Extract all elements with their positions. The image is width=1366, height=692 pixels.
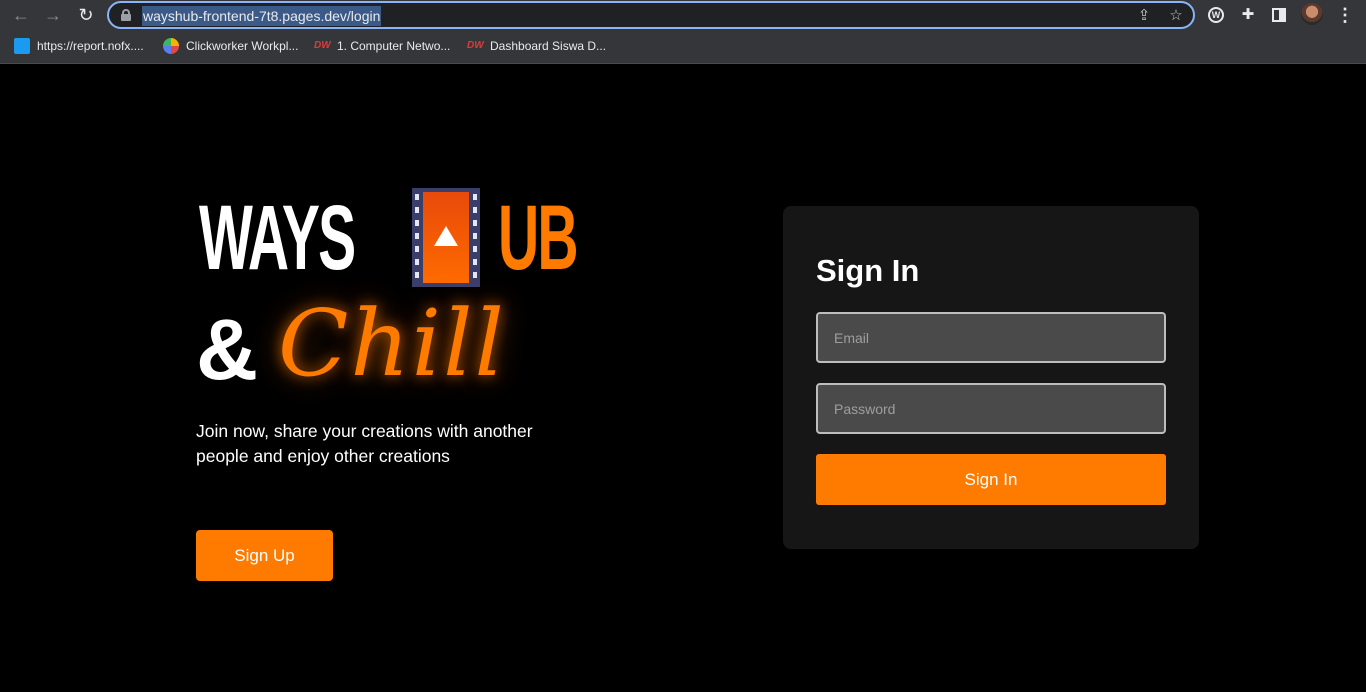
browser-toolbar: ← → ↻ wayshub-frontend-7t8.pages.dev/log… — [0, 0, 1366, 30]
share-icon[interactable]: ⇪ — [1135, 7, 1153, 25]
profile-avatar[interactable] — [1301, 3, 1323, 25]
wayshub-logo: WAYS UB & Chill — [196, 188, 596, 418]
signin-button[interactable]: Sign In — [816, 454, 1166, 505]
lock-icon[interactable] — [121, 9, 131, 21]
url-text[interactable]: wayshub-frontend-7t8.pages.dev/login — [142, 6, 382, 26]
clickworker-icon — [163, 37, 179, 54]
password-input[interactable] — [816, 383, 1166, 434]
bookmark-item[interactable]: Clickworker Workpl... — [163, 37, 298, 56]
film-play-icon — [412, 188, 480, 287]
extensions-puzzle-icon[interactable]: ✚ — [1237, 4, 1259, 26]
address-bar[interactable]: wayshub-frontend-7t8.pages.dev/login ⇪ ☆ — [107, 1, 1195, 29]
logo-ampersand: & — [196, 302, 259, 398]
signin-card: Sign In Sign In — [783, 206, 1199, 549]
forward-icon[interactable]: → — [42, 4, 64, 26]
side-panel-icon[interactable] — [1272, 8, 1286, 22]
bookmark-item[interactable]: DW 1. Computer Netwo... — [314, 38, 450, 56]
extension-w-icon[interactable]: W — [1208, 7, 1224, 23]
more-menu-icon[interactable]: ⋮ — [1336, 4, 1354, 26]
login-page: WAYS UB & Chill Join now, share your cre… — [0, 65, 1366, 692]
dumbways-icon: DW — [467, 39, 484, 51]
blue-square-icon — [14, 37, 30, 54]
bookmark-star-icon[interactable]: ☆ — [1167, 7, 1185, 25]
tagline: Join now, share your creations with anot… — [196, 421, 533, 466]
logo-ub-text: UB — [498, 187, 579, 289]
logo-chill-script: Chill — [278, 290, 506, 397]
signin-title: Sign In — [816, 253, 920, 288]
email-input[interactable] — [816, 312, 1166, 363]
bookmark-item[interactable]: https://report.nofx.... — [14, 37, 144, 56]
bookmark-item[interactable]: DW Dashboard Siswa D... — [467, 38, 606, 56]
back-icon[interactable]: ← — [10, 4, 32, 26]
logo-ways-text: WAYS — [199, 187, 356, 289]
dumbways-icon: DW — [314, 39, 331, 51]
reload-icon[interactable]: ↻ — [75, 4, 97, 26]
bookmarks-bar: https://report.nofx.... Clickworker Work… — [0, 30, 1366, 64]
signup-button[interactable]: Sign Up — [196, 530, 333, 581]
